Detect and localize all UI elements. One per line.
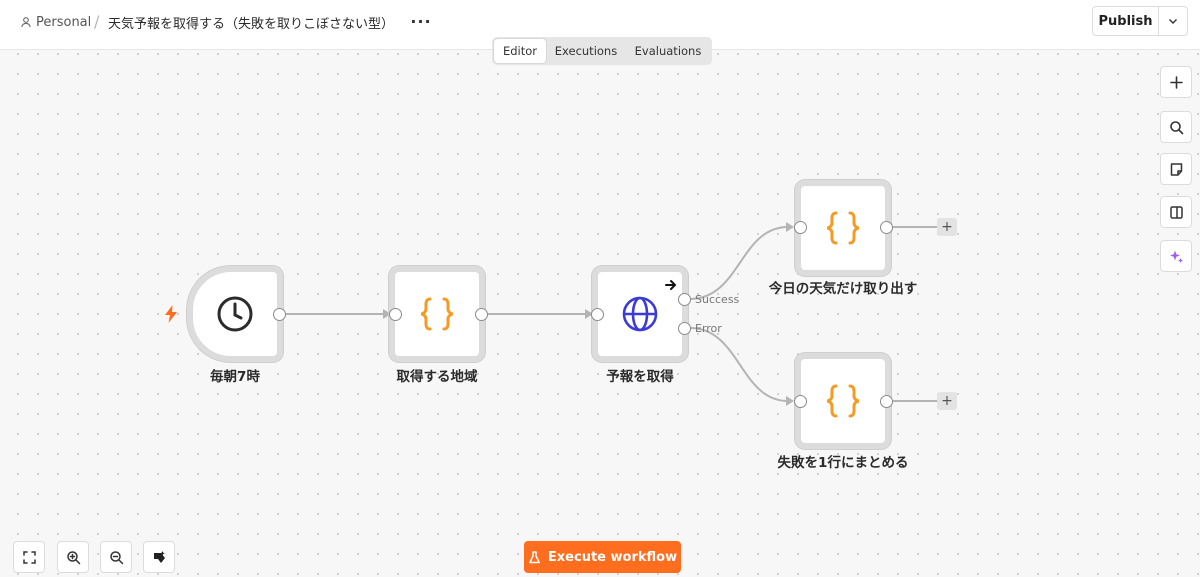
success-output-label: Success bbox=[695, 293, 740, 306]
add-node-toolbar-button[interactable] bbox=[1160, 66, 1192, 98]
node-trigger-label: 毎朝7時 bbox=[210, 369, 260, 385]
node-today-input-port[interactable] bbox=[794, 221, 807, 234]
panel-icon bbox=[1169, 205, 1183, 219]
zoom-in-icon bbox=[66, 550, 80, 564]
globe-icon bbox=[622, 296, 658, 332]
code-braces-icon bbox=[826, 384, 860, 418]
node-forecast-error-port[interactable] bbox=[678, 322, 691, 335]
sparkle-icon bbox=[1169, 250, 1183, 263]
panel-toggle-button[interactable] bbox=[1160, 196, 1192, 228]
zoom-in-button[interactable] bbox=[57, 541, 89, 573]
flask-icon bbox=[528, 550, 540, 563]
search-icon bbox=[1169, 120, 1183, 134]
node-failure[interactable] bbox=[795, 353, 891, 449]
sticky-note-icon bbox=[1170, 162, 1182, 176]
fit-view-button[interactable] bbox=[13, 541, 45, 573]
node-region-input-port[interactable] bbox=[389, 308, 402, 321]
node-trigger[interactable] bbox=[187, 266, 283, 362]
node-today[interactable] bbox=[795, 180, 891, 276]
plus-icon bbox=[1169, 75, 1183, 89]
node-failure-output-port[interactable] bbox=[880, 395, 893, 408]
arrow-right-icon[interactable] bbox=[664, 278, 678, 292]
add-node-button[interactable]: + bbox=[937, 218, 957, 236]
arrowhead bbox=[786, 222, 794, 232]
node-forecast-success-port[interactable] bbox=[678, 293, 691, 306]
node-forecast-input-port[interactable] bbox=[591, 308, 604, 321]
code-braces-icon bbox=[420, 297, 454, 331]
trigger-bolt-icon bbox=[165, 305, 177, 323]
node-region-label: 取得する地域 bbox=[396, 369, 478, 385]
ai-assistant-button[interactable] bbox=[1160, 240, 1192, 272]
zoom-out-button[interactable] bbox=[100, 541, 132, 573]
search-button[interactable] bbox=[1160, 111, 1192, 143]
node-forecast-label: 予報を取得 bbox=[606, 369, 674, 385]
node-failure-input-port[interactable] bbox=[794, 395, 807, 408]
fit-view-icon bbox=[22, 550, 36, 564]
connection-error-failure bbox=[689, 327, 789, 402]
clock-icon bbox=[217, 296, 253, 332]
error-output-label: Error bbox=[695, 322, 722, 335]
execute-workflow-button[interactable]: Execute workflow bbox=[524, 541, 681, 573]
arrowhead bbox=[786, 396, 794, 406]
tidy-up-button[interactable] bbox=[143, 541, 175, 573]
node-region[interactable] bbox=[389, 266, 485, 362]
node-today-label: 今日の天気だけ取り出す bbox=[768, 281, 918, 297]
code-braces-icon bbox=[826, 211, 860, 245]
node-trigger-output-port[interactable] bbox=[273, 308, 286, 321]
execute-workflow-label: Execute workflow bbox=[547, 549, 678, 565]
add-node-button[interactable]: + bbox=[937, 392, 957, 410]
node-failure-label: 失敗を1行にまとめる bbox=[777, 455, 909, 471]
node-region-output-port[interactable] bbox=[475, 308, 488, 321]
sticky-note-button[interactable] bbox=[1160, 153, 1192, 185]
zoom-out-icon bbox=[109, 550, 123, 564]
node-today-output-port[interactable] bbox=[880, 221, 893, 234]
tidy-up-icon bbox=[153, 550, 165, 563]
